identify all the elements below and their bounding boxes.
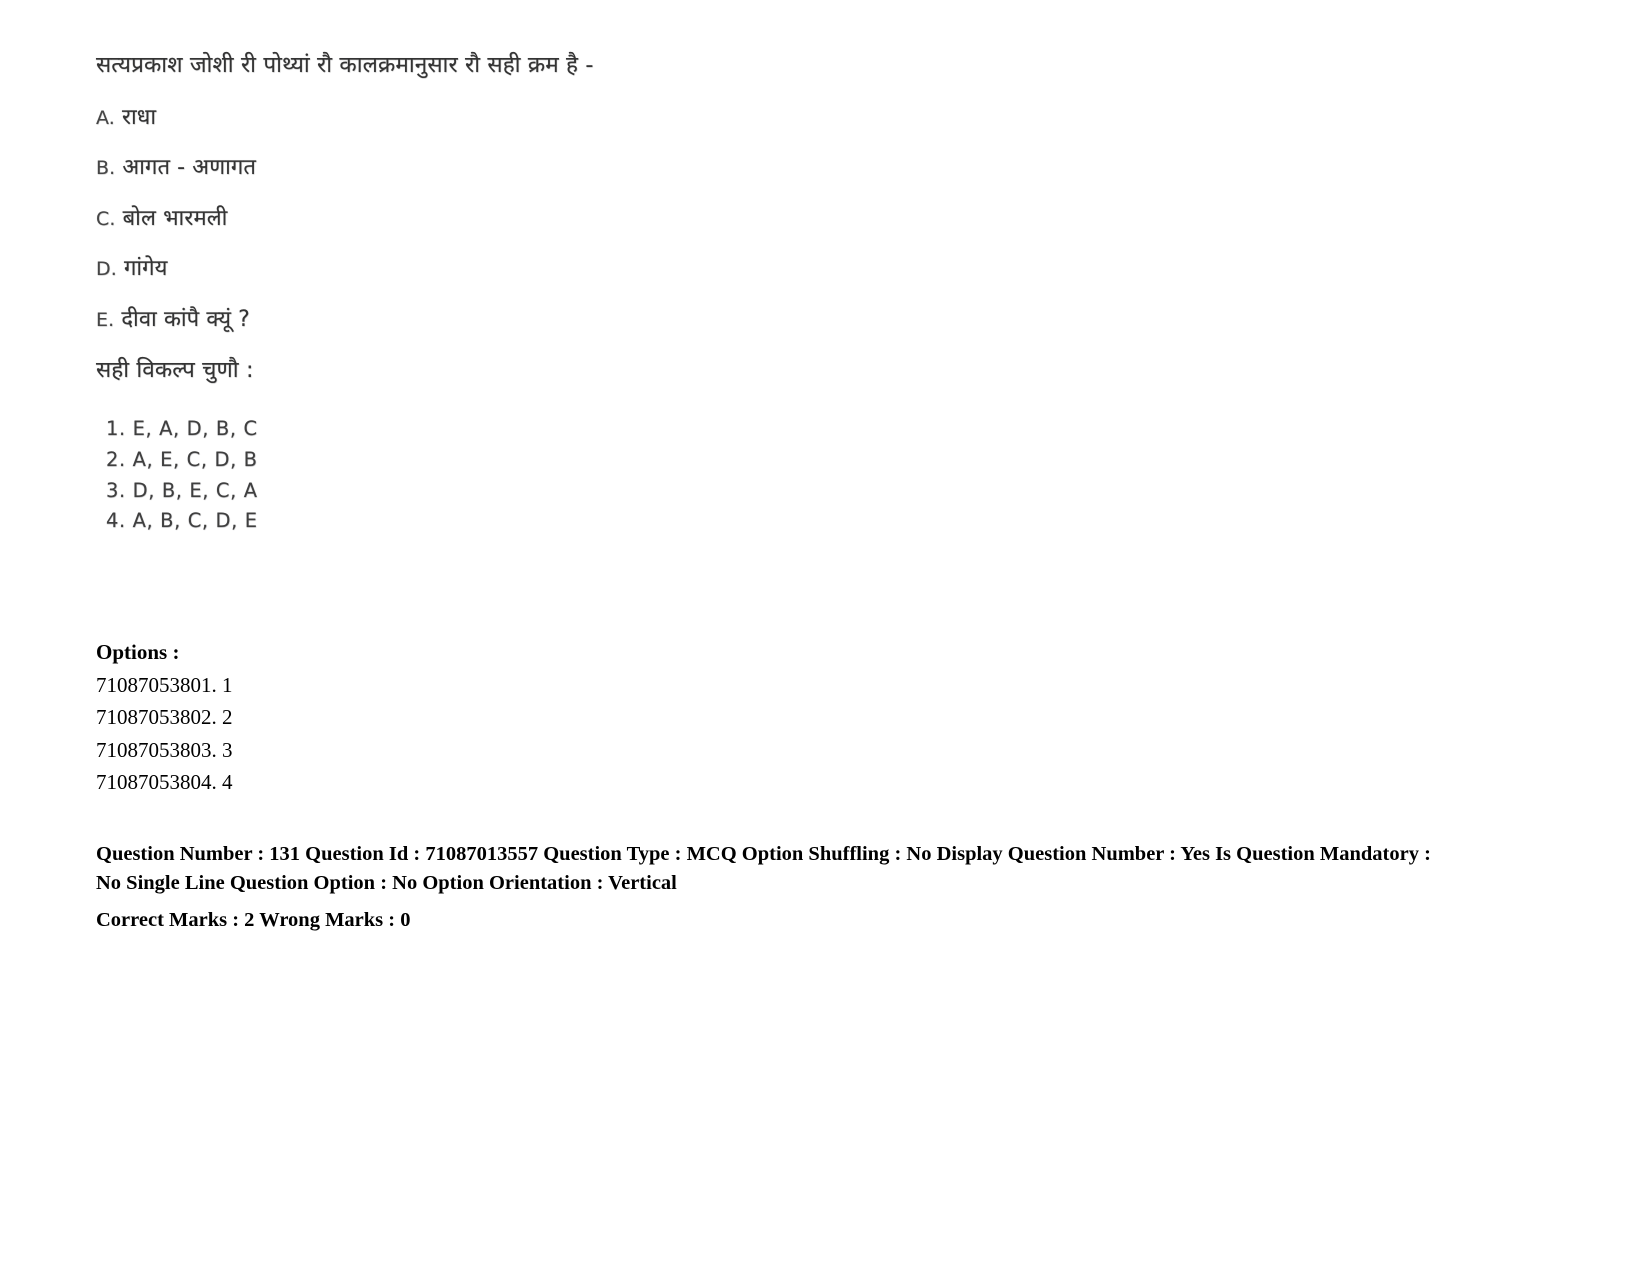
question-metadata: Question Number : 131 Question Id : 7108… <box>96 840 1436 935</box>
item-text-c: बोल भारमली <box>122 205 228 231</box>
option-id-row-4: 71087053804. 4 <box>96 770 233 795</box>
item-text-e: दीवा कांपै क्यूं ? <box>121 306 250 332</box>
answer-choice-list: 1. E, A, D, B, C 2. A, E, C, D, B 3. D, … <box>106 414 1446 537</box>
item-letter-e: E. <box>96 308 115 331</box>
scanned-question-region: सत्यप्रकाश जोशी री पोथ्यां रौ कालक्रमानु… <box>96 52 1446 537</box>
question-item-a: A. राधा <box>96 105 1446 131</box>
choose-correct-option-instruction: सही विकल्प चुणौ : <box>96 356 254 383</box>
item-text-a: राधा <box>122 105 157 130</box>
option-id-row-2: 71087053802. 2 <box>96 705 233 730</box>
question-stem: सत्यप्रकाश जोशी री पोथ्यां रौ कालक्रमानु… <box>96 52 594 78</box>
item-letter-b: B. <box>96 157 116 180</box>
answer-choice-3[interactable]: 3. D, B, E, C, A <box>106 476 1446 507</box>
question-item-c: C. बोल भारमली <box>96 206 1446 232</box>
answer-choice-1[interactable]: 1. E, A, D, B, C <box>106 414 1446 445</box>
metadata-marks-line: Correct Marks : 2 Wrong Marks : 0 <box>96 909 411 932</box>
question-item-b: B. आगत - अणागत <box>96 155 1446 181</box>
item-letter-d: D. <box>96 258 117 281</box>
question-item-d: D. गांगेय <box>96 256 1446 282</box>
option-id-row-1: 71087053801. 1 <box>96 672 233 697</box>
options-heading: Options : <box>96 640 180 664</box>
question-item-e: E. दीवा कांपै क्यूं ? <box>96 307 1446 333</box>
question-page: सत्यप्रकाश जोशी री पोथ्यां रौ कालक्रमानु… <box>0 0 1650 1275</box>
metadata-details-line: Question Number : 131 Question Id : 7108… <box>96 843 1431 895</box>
item-letter-a: A. <box>96 107 115 129</box>
item-letter-c: C. <box>96 207 116 230</box>
option-id-row-3: 71087053803. 3 <box>96 737 233 762</box>
item-text-d: गांगेय <box>123 256 168 282</box>
options-section: Options : 71087053801. 1 71087053802. 2 … <box>96 636 233 799</box>
answer-choice-4[interactable]: 4. A, B, C, D, E <box>106 506 1446 537</box>
answer-choice-2[interactable]: 2. A, E, C, D, B <box>106 445 1446 476</box>
item-text-b: आगत - अणागत <box>122 155 257 181</box>
